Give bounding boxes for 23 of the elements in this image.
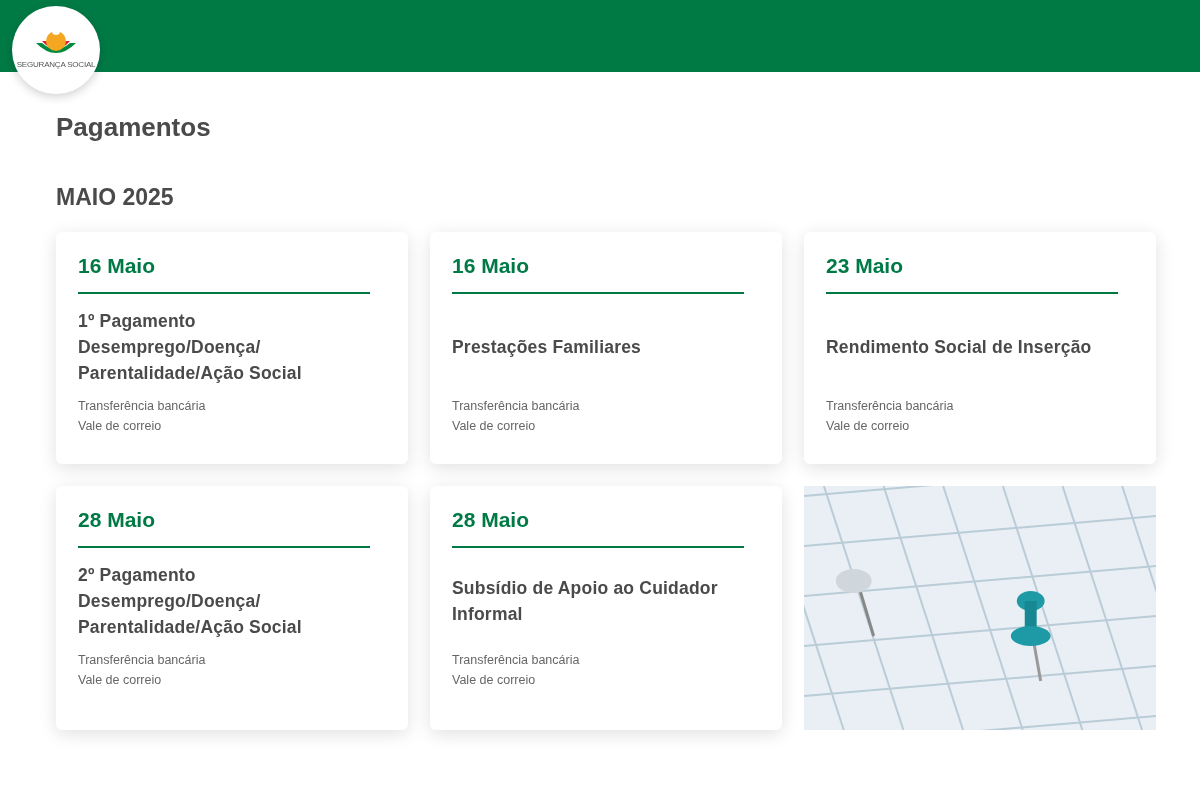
payment-method: Transferência bancária (452, 398, 581, 415)
benefit-title: 1º Pagamento Desemprego/Doença/ Parentalidade/Ação Social (78, 310, 303, 385)
page-title: Pagamentos (56, 111, 212, 144)
payment-method: Vale de correio (78, 418, 163, 435)
payment-date: 16 Maio (78, 253, 157, 279)
payment-date: 23 Maio (826, 253, 905, 279)
payment-method: Vale de correio (452, 672, 537, 689)
payment-method: Transferência bancária (78, 652, 207, 669)
benefit-title: Subsídio de Apoio ao Cuidador Informal (452, 577, 719, 626)
payment-method: Transferência bancária (78, 398, 207, 415)
payment-method: Vale de correio (826, 418, 911, 435)
payment-date: 28 Maio (78, 507, 157, 533)
benefit-title: Prestações Familiares (452, 336, 643, 359)
payment-date: 28 Maio (452, 507, 531, 533)
payment-method: Vale de correio (452, 418, 537, 435)
payment-date: 16 Maio (452, 253, 531, 279)
payment-method: Vale de correio (78, 672, 163, 689)
logo-text: SEGURANÇA SOCIAL (16, 59, 96, 71)
payment-method: Transferência bancária (452, 652, 581, 669)
benefit-title: 2º Pagamento Desemprego/Doença/ Parentalidade/Ação Social (78, 564, 303, 639)
month-heading: MAIO 2025 (56, 183, 175, 212)
benefit-title: Rendimento Social de Inserção (826, 336, 1093, 359)
payment-method: Transferência bancária (826, 398, 955, 415)
